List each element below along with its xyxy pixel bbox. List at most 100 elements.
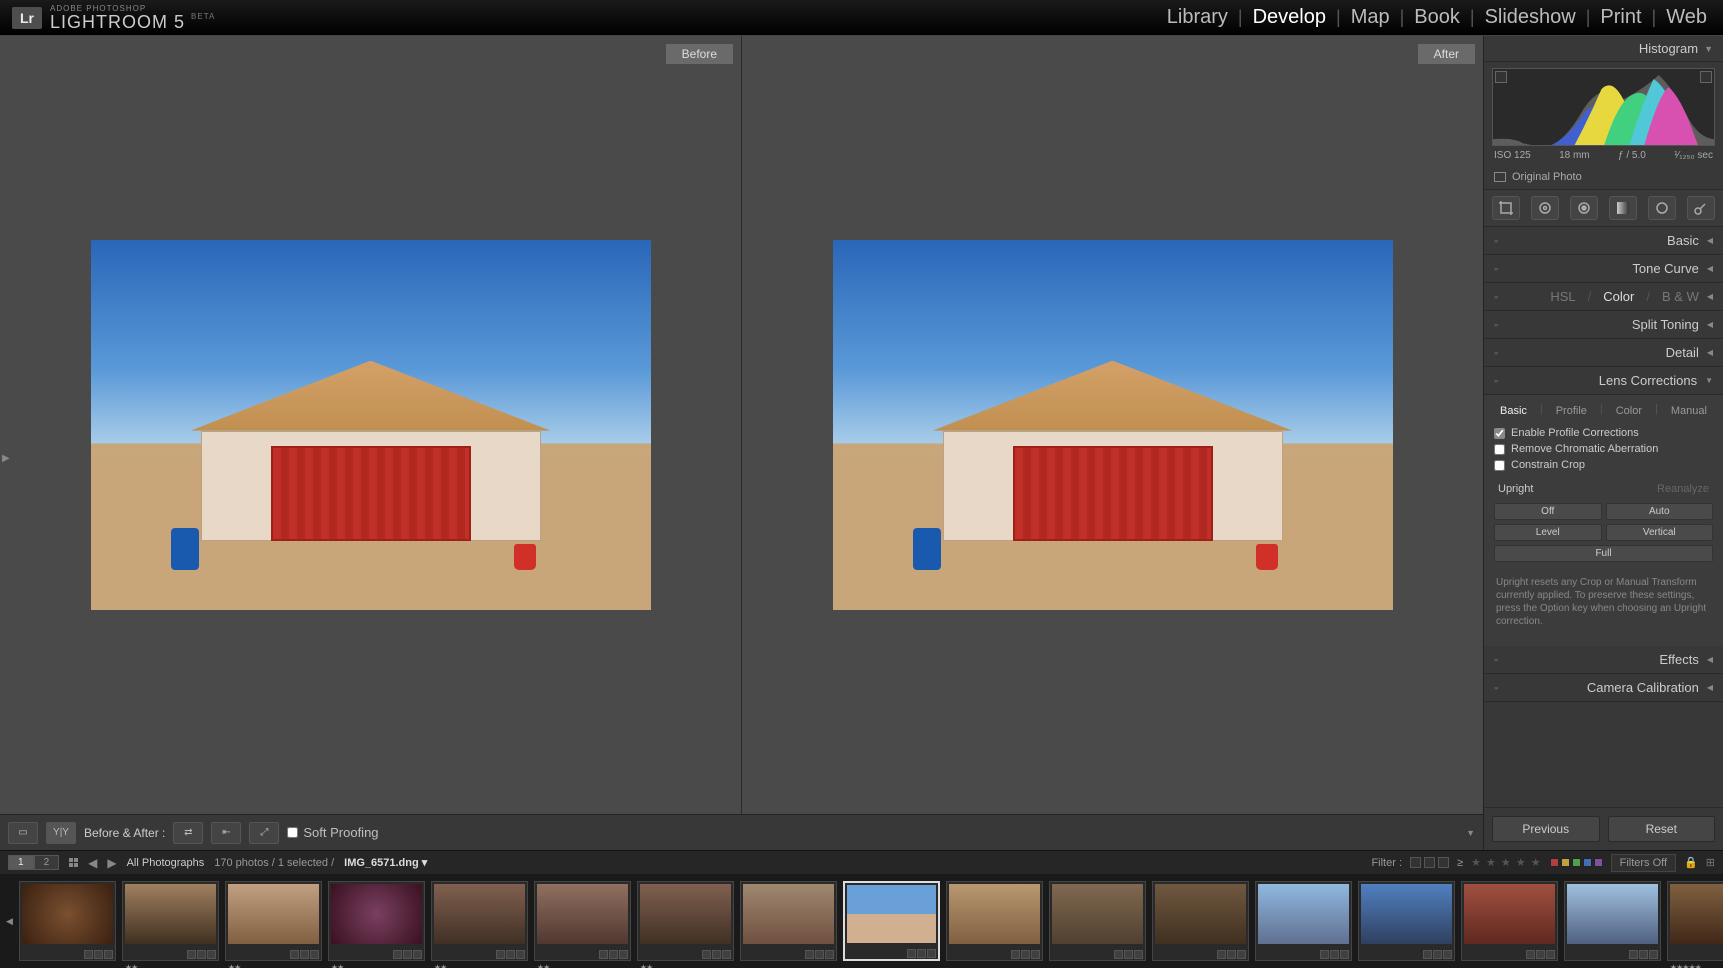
- histogram-header[interactable]: Histogram▼: [1484, 36, 1723, 62]
- filmstrip-thumb[interactable]: [1461, 881, 1558, 961]
- current-filename[interactable]: IMG_6571.dng ▾: [344, 856, 427, 869]
- lens-tab-color[interactable]: Color: [1613, 403, 1645, 419]
- toolbar-menu[interactable]: ▼: [1466, 828, 1475, 838]
- filmstrip-thumb[interactable]: [1255, 881, 1352, 961]
- color-tab[interactable]: Color: [1603, 289, 1634, 304]
- detail-panel-header[interactable]: ▪▪Detail◀: [1484, 339, 1723, 367]
- source-label[interactable]: All Photographs: [127, 857, 205, 869]
- remove-ca-checkbox[interactable]: [1494, 444, 1505, 455]
- module-nav: Library|Develop|Map|Book|Slideshow|Print…: [1163, 6, 1711, 29]
- filmstrip-thumb[interactable]: [843, 881, 940, 961]
- nav-map[interactable]: Map: [1347, 6, 1394, 29]
- filmstrip-thumb[interactable]: ★★★★★: [1667, 881, 1723, 961]
- lens-tab-profile[interactable]: Profile: [1553, 403, 1590, 419]
- upright-off-button[interactable]: Off: [1494, 503, 1602, 520]
- radial-filter-tool[interactable]: [1648, 196, 1676, 220]
- filmstrip[interactable]: ◀ ★★★★★★★★★★★★★★★★★: [0, 874, 1723, 968]
- hsl-tab[interactable]: HSL: [1550, 289, 1575, 304]
- reset-button[interactable]: Reset: [1608, 816, 1716, 842]
- nav-library[interactable]: Library: [1163, 6, 1232, 29]
- constrain-crop-checkbox[interactable]: [1494, 460, 1505, 471]
- filmstrip-thumb[interactable]: [19, 881, 116, 961]
- redeye-tool[interactable]: [1570, 196, 1598, 220]
- viewer-area: ▶ Before After: [0, 36, 1483, 850]
- upright-level-button[interactable]: Level: [1494, 524, 1602, 541]
- soft-proofing-toggle[interactable]: Soft Proofing: [287, 825, 378, 840]
- lens-tab-manual[interactable]: Manual: [1668, 403, 1710, 419]
- nav-slideshow[interactable]: Slideshow: [1481, 6, 1580, 29]
- filmstrip-thumb[interactable]: [1358, 881, 1455, 961]
- after-photo: [833, 240, 1393, 610]
- spot-removal-tool[interactable]: [1531, 196, 1559, 220]
- nav-develop[interactable]: Develop: [1249, 6, 1330, 29]
- enable-profile-corrections[interactable]: Enable Profile Corrections: [1484, 425, 1723, 441]
- filmstrip-thumb[interactable]: ★★: [225, 881, 322, 961]
- nav-back[interactable]: ◀: [88, 856, 97, 870]
- filter-bar: 1 2 ◀ ▶ All Photographs 170 photos / 1 s…: [0, 850, 1723, 874]
- loupe-view-button[interactable]: ▭: [8, 822, 38, 844]
- upright-vertical-button[interactable]: Vertical: [1606, 524, 1714, 541]
- histogram-chart[interactable]: [1492, 68, 1715, 146]
- right-panel: Histogram▼ ISO 125: [1483, 36, 1723, 850]
- lens-corrections-panel-header[interactable]: ▪▪Lens Corrections▼: [1484, 367, 1723, 395]
- basic-panel-header[interactable]: ▪▪Basic◀: [1484, 227, 1723, 255]
- enable-profile-checkbox[interactable]: [1494, 428, 1505, 439]
- color-label-filters[interactable]: [1550, 858, 1603, 867]
- compare-view-button[interactable]: Y|Y: [46, 822, 76, 844]
- filter-switch-icon[interactable]: ⊞: [1706, 856, 1715, 869]
- filter-lock-icon[interactable]: 🔒: [1684, 856, 1698, 869]
- upright-full-button[interactable]: Full: [1494, 545, 1713, 562]
- focal-length-value: 18 mm: [1559, 150, 1590, 161]
- filmstrip-thumb[interactable]: ★★: [534, 881, 631, 961]
- soft-proofing-label: Soft Proofing: [303, 825, 378, 840]
- bw-tab[interactable]: B & W: [1662, 289, 1699, 304]
- remove-chromatic-aberration[interactable]: Remove Chromatic Aberration: [1484, 441, 1723, 457]
- before-pane[interactable]: Before: [0, 36, 742, 814]
- hsl-panel-header[interactable]: ▪▪ HSL/ Color/ B & W ◀: [1484, 283, 1723, 311]
- after-pane[interactable]: After: [742, 36, 1483, 814]
- adjustment-brush-tool[interactable]: [1687, 196, 1715, 220]
- display-1-tab[interactable]: 1: [8, 855, 34, 870]
- logo-product: LIGHTROOM 5 BETA: [50, 13, 215, 31]
- reanalyze-button[interactable]: Reanalyze: [1657, 483, 1709, 495]
- upright-auto-button[interactable]: Auto: [1606, 503, 1714, 520]
- histogram-meta: ISO 125 18 mm ƒ / 5.0 ¹⁄₁₂₅₀ sec: [1492, 146, 1715, 165]
- before-photo: [91, 240, 651, 610]
- filmstrip-thumb[interactable]: [740, 881, 837, 961]
- effects-panel-header[interactable]: ▪▪Effects◀: [1484, 646, 1723, 674]
- camera-calibration-panel-header[interactable]: ▪▪Camera Calibration◀: [1484, 674, 1723, 702]
- rating-ge[interactable]: ≥: [1457, 857, 1463, 869]
- previous-button[interactable]: Previous: [1492, 816, 1600, 842]
- filters-off-dropdown[interactable]: Filters Off: [1611, 854, 1676, 872]
- nav-web[interactable]: Web: [1662, 6, 1711, 29]
- filmstrip-thumb[interactable]: ★★: [637, 881, 734, 961]
- lens-tab-basic[interactable]: Basic: [1497, 403, 1530, 419]
- filmstrip-thumb[interactable]: [1152, 881, 1249, 961]
- original-photo-toggle[interactable]: Original Photo: [1484, 167, 1723, 189]
- rating-filter[interactable]: ★ ★ ★ ★ ★: [1471, 856, 1542, 869]
- grid-view-icon[interactable]: [69, 858, 78, 867]
- filmstrip-thumb[interactable]: [946, 881, 1043, 961]
- filmstrip-thumb[interactable]: [1049, 881, 1146, 961]
- copy-after-button[interactable]: ⤢: [249, 822, 279, 844]
- tone-curve-panel-header[interactable]: ▪▪Tone Curve◀: [1484, 255, 1723, 283]
- graduated-filter-tool[interactable]: [1609, 196, 1637, 220]
- flag-filters[interactable]: [1410, 857, 1449, 868]
- filmstrip-left-expand[interactable]: ◀: [6, 916, 13, 927]
- nav-forward[interactable]: ▶: [107, 856, 116, 870]
- copy-before-button[interactable]: ⇤: [211, 822, 241, 844]
- filmstrip-thumb[interactable]: [1564, 881, 1661, 961]
- nav-book[interactable]: Book: [1410, 6, 1464, 29]
- app-logo-badge: Lr: [12, 7, 42, 29]
- compare-mode-label: Before & After :: [84, 826, 165, 840]
- display-2-tab[interactable]: 2: [34, 855, 60, 870]
- filmstrip-thumb[interactable]: ★★: [431, 881, 528, 961]
- filmstrip-thumb[interactable]: ★★: [328, 881, 425, 961]
- swap-button[interactable]: ⇄: [173, 822, 203, 844]
- filmstrip-thumb[interactable]: ★★: [122, 881, 219, 961]
- nav-print[interactable]: Print: [1596, 6, 1645, 29]
- split-toning-panel-header[interactable]: ▪▪Split Toning◀: [1484, 311, 1723, 339]
- constrain-crop[interactable]: Constrain Crop: [1484, 457, 1723, 473]
- crop-tool[interactable]: [1492, 196, 1520, 220]
- soft-proofing-checkbox[interactable]: [287, 827, 298, 838]
